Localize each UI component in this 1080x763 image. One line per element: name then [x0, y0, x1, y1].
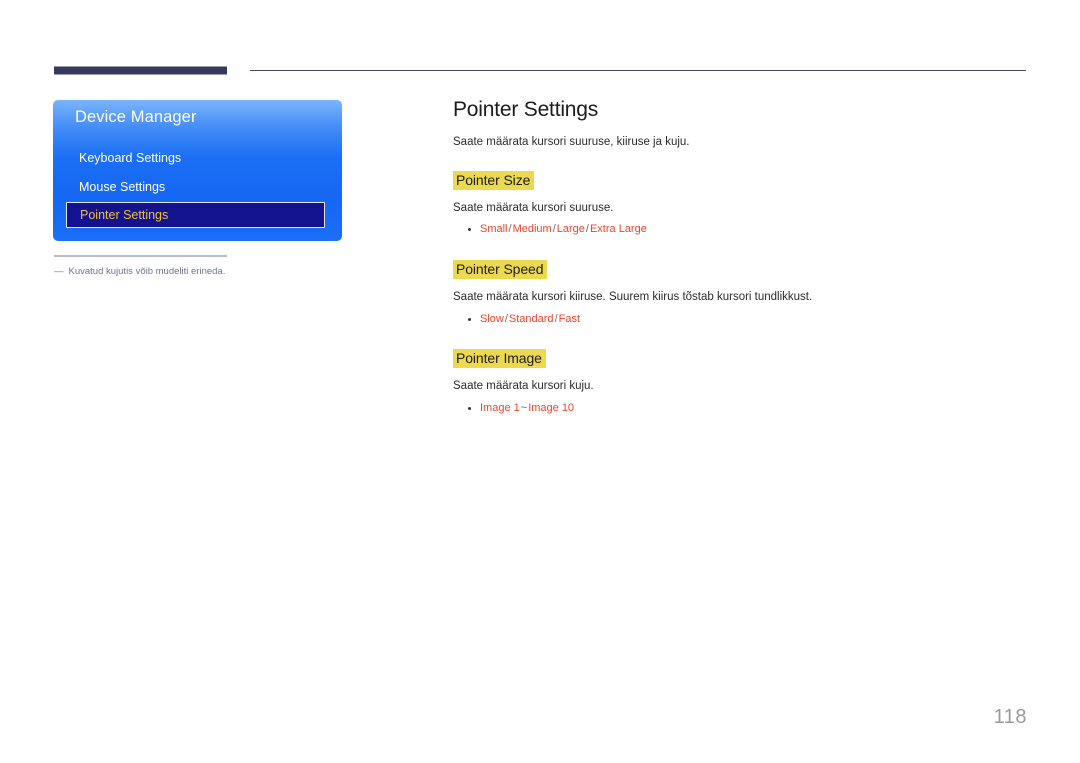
option-value: Medium	[512, 223, 552, 236]
footnote-text: Kuvatud kujutis võib mudeliti erineda.	[68, 266, 226, 277]
option-value: Extra Large	[589, 223, 647, 236]
osd-menu-item-mouse-settings[interactable]: Mouse Settings	[53, 173, 342, 202]
section-heading: Pointer Size	[453, 170, 535, 190]
osd-menu-list: Keyboard Settings Mouse Settings Pointer…	[53, 144, 342, 228]
footnote-divider	[54, 255, 227, 257]
osd-menu-item-pointer-settings[interactable]: Pointer Settings	[66, 202, 325, 228]
page-title: Pointer Settings	[453, 98, 599, 121]
osd-panel-title: Device Manager	[75, 108, 197, 126]
option-value: Large	[556, 223, 585, 236]
footnote: ― Kuvatud kujutis võib mudeliti erineda.	[54, 266, 225, 277]
section-options: Slow/Standard/Fast	[453, 311, 1028, 328]
section-description: Saate määrata kursori kiiruse. Suurem ki…	[453, 290, 813, 303]
header-rule	[250, 70, 1026, 71]
section-options: Small/Medium/Large/Extra Large	[453, 221, 1028, 238]
option-value: Slow	[480, 312, 504, 325]
option-value: Small	[480, 223, 508, 236]
option-separator: /	[508, 223, 512, 236]
section-pointer-image: Pointer Image Saate määrata kursori kuju…	[453, 349, 1028, 416]
section-pointer-size: Pointer Size Saate määrata kursori suuru…	[453, 170, 1028, 238]
option-value: Image 1	[480, 401, 520, 414]
content-column: Pointer Settings Saate määrata kursori s…	[453, 98, 1028, 438]
option-separator: /	[504, 312, 508, 325]
section-pointer-speed: Pointer Speed Saate määrata kursori kiir…	[453, 259, 1028, 328]
page-number: 118	[993, 706, 1027, 728]
footnote-dash: ―	[54, 266, 64, 277]
section-heading: Pointer Image	[453, 349, 546, 369]
option-separator: ~	[520, 401, 528, 414]
option-separator: /	[552, 223, 556, 236]
section-heading: Pointer Speed	[453, 259, 548, 279]
option-value: Image 10	[528, 401, 575, 414]
section-description: Saate määrata kursori suuruse.	[453, 201, 614, 214]
section-options: Image 1~Image 10	[453, 400, 1028, 417]
osd-menu-item-label: Mouse Settings	[79, 180, 166, 194]
option-separator: /	[554, 312, 558, 325]
option-separator: /	[585, 223, 589, 236]
option-value: Fast	[558, 312, 581, 325]
osd-menu-item-label: Pointer Settings	[80, 208, 169, 222]
osd-menu-item-label: Keyboard Settings	[79, 151, 182, 165]
page-lead-text: Saate määrata kursori suuruse, kiiruse j…	[453, 136, 690, 148]
header-accent-bar	[54, 66, 227, 75]
section-description: Saate määrata kursori kuju.	[453, 380, 594, 393]
osd-panel: Device Manager Keyboard Settings Mouse S…	[53, 100, 342, 241]
osd-menu-item-keyboard-settings[interactable]: Keyboard Settings	[53, 144, 342, 173]
option-value: Standard	[508, 312, 554, 325]
